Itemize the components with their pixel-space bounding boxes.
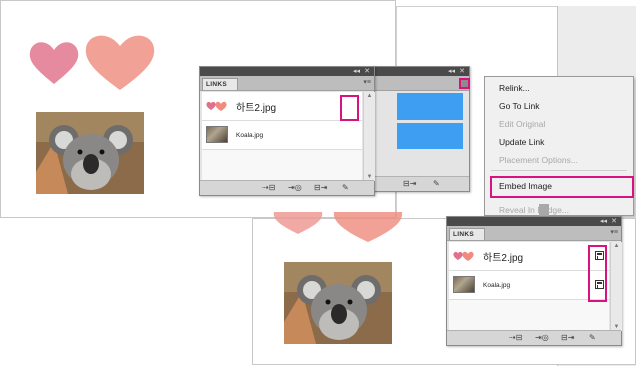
edit-original-icon[interactable]: ✎: [342, 183, 349, 193]
edit-original-icon[interactable]: ✎: [589, 333, 596, 343]
relink-icon[interactable]: ⇢⊟: [262, 183, 275, 193]
heart-icon: [29, 42, 79, 84]
relink-icon[interactable]: ⇢⊟: [509, 333, 522, 343]
go-to-link-icon[interactable]: ⇥◎: [288, 183, 302, 193]
embed-image-highlight: [490, 176, 634, 198]
close-icon[interactable]: ✕: [611, 217, 617, 226]
close-icon[interactable]: ✕: [459, 67, 465, 76]
menu-item-edit-original[interactable]: Edit Original: [499, 119, 545, 129]
menu-item-go-to-link[interactable]: Go To Link: [499, 101, 539, 111]
collapse-icon[interactable]: ◂◂: [600, 217, 607, 226]
selected-row[interactable]: [397, 93, 463, 120]
panel-tabbar: [373, 76, 469, 91]
panel-menu-icon[interactable]: ▾≡: [363, 79, 371, 87]
menu-separator: [491, 170, 627, 171]
link-filename: 하트2.jpg: [483, 253, 524, 264]
koala-thumbnail: [453, 276, 475, 293]
collapse-icon[interactable]: ◂◂: [448, 67, 455, 76]
panel-titlebar: ◂◂ ✕: [373, 67, 469, 76]
menu-item-relink[interactable]: Relink...: [499, 83, 530, 93]
panel-titlebar: ◂◂ ✕: [200, 67, 374, 76]
panel-tabbar: LINKS ▾≡: [447, 226, 621, 241]
heart-thumbnail: [206, 101, 227, 111]
heart-icon: [333, 212, 403, 242]
selected-row[interactable]: [397, 123, 463, 149]
panel-menu-icon[interactable]: ▾≡: [610, 229, 618, 237]
close-icon[interactable]: ✕: [364, 67, 370, 76]
list-item[interactable]: 하트2.jpg: [202, 92, 362, 121]
koala-thumbnail: [206, 126, 228, 143]
panel-titlebar: ◂◂ ✕: [447, 217, 621, 226]
link-filename: Koala.jpg: [483, 282, 511, 289]
update-link-icon[interactable]: ⊟⇥: [314, 183, 327, 193]
tab-links[interactable]: LINKS: [202, 78, 238, 90]
update-link-icon[interactable]: ⊟⇥: [403, 179, 416, 189]
edit-original-icon[interactable]: ✎: [433, 179, 440, 189]
koala-photo: [284, 262, 392, 344]
links-list: 하트2.jpg Koala.jpg: [202, 92, 362, 180]
heart-icon: [85, 35, 155, 90]
link-filename: Koala.jpg: [236, 132, 264, 139]
link-filename: 하트2.jpg: [236, 103, 277, 114]
collapse-icon[interactable]: ◂◂: [353, 67, 360, 76]
list-item[interactable]: Koala.jpg: [449, 271, 609, 300]
links-panel: ◂◂ ✕ LINKS ▾≡ 하트2.jpg Koala.jpg ▲ ▼ ⇢⊟ ⇥◎…: [199, 66, 375, 196]
embedded-status-highlight: [588, 245, 607, 302]
menu-item-update-link[interactable]: Update Link: [499, 137, 544, 147]
panel-menu-icon[interactable]: [461, 80, 468, 87]
heart-icon: [273, 212, 323, 234]
list-item[interactable]: Koala.jpg: [202, 121, 362, 150]
panel-bottom-bar: ⇢⊟ ⇥◎ ⊟⇥ ✎: [447, 330, 621, 345]
scrollbar[interactable]: ▲ ▼: [610, 242, 622, 331]
list-item[interactable]: 하트2.jpg: [449, 242, 609, 271]
panel-bottom-bar: ⇢⊟ ⇥◎ ⊟⇥ ✎: [200, 180, 374, 195]
update-link-icon[interactable]: ⊟⇥: [561, 333, 574, 343]
menu-item-placement-options[interactable]: Placement Options...: [499, 155, 578, 165]
panel-bottom-bar: ⊟⇥ ✎: [373, 176, 469, 191]
embed-status-highlight: [340, 95, 359, 121]
koala-photo: [36, 112, 144, 194]
links-panel-after: ◂◂ ✕ LINKS ▾≡ 하트2.jpg Koala.jpg ▲ ▼ ⇢⊟ ⇥◎…: [446, 216, 622, 346]
scrollbar[interactable]: ▲ ▼: [363, 92, 375, 181]
panel-tabbar: LINKS ▾≡: [200, 76, 374, 91]
links-panel-behind: ◂◂ ✕ ⊟⇥ ✎: [372, 66, 470, 192]
tab-links[interactable]: LINKS: [449, 228, 485, 240]
heart-thumbnail: [453, 251, 474, 261]
go-to-link-icon[interactable]: ⇥◎: [535, 333, 549, 343]
links-list: 하트2.jpg Koala.jpg: [449, 242, 609, 330]
